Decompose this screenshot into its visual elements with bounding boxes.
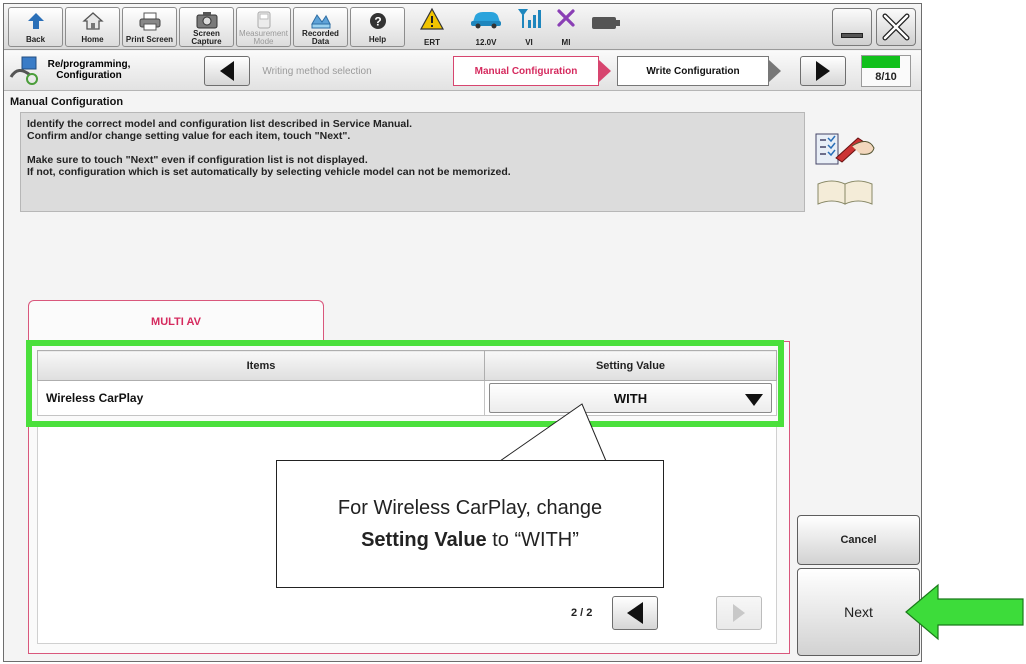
next-button[interactable]: Next bbox=[797, 568, 920, 656]
print-screen-button[interactable]: Print Screen bbox=[122, 7, 177, 47]
signal-icon bbox=[516, 7, 542, 34]
setting-value-cell: WITH bbox=[484, 380, 777, 416]
setting-value-dropdown[interactable]: WITH bbox=[489, 383, 772, 413]
mi-label: MI bbox=[561, 38, 571, 47]
step-next-pointer-icon bbox=[769, 60, 781, 82]
reprogramming-title: Re/programming, Configuration bbox=[47, 59, 131, 81]
step-write-configuration-label: Write Configuration bbox=[646, 65, 740, 77]
dropdown-arrow-icon bbox=[745, 394, 763, 406]
next-label: Next bbox=[844, 604, 873, 620]
instruction-line: If not, configuration which is set autom… bbox=[27, 166, 511, 178]
battery-status bbox=[588, 7, 624, 47]
instruction-line: Make sure to touch "Next" even if config… bbox=[27, 154, 368, 166]
minimize-button[interactable] bbox=[832, 8, 872, 46]
recorded-data-label: Recorded Data bbox=[302, 29, 339, 46]
instruction-line: Identify the correct model and configura… bbox=[27, 118, 413, 130]
progress-indicator: 8/10 bbox=[861, 55, 911, 87]
page-indicator: 2 / 2 bbox=[571, 607, 593, 619]
setting-value-selected: WITH bbox=[613, 390, 648, 406]
callout-bold-text: Setting Value bbox=[361, 529, 487, 551]
voltage-label: 12.0V bbox=[475, 38, 497, 47]
instruction-line: Confirm and/or change setting value for … bbox=[27, 130, 351, 142]
mi-disconnected-icon bbox=[555, 7, 577, 34]
vi-label: VI bbox=[525, 38, 533, 47]
item-name: Wireless CarPlay bbox=[37, 380, 485, 416]
warning-icon bbox=[419, 7, 445, 36]
progress-fill bbox=[862, 56, 901, 68]
home-button[interactable]: Home bbox=[65, 7, 120, 47]
instruction-box: Identify the correct model and configura… bbox=[20, 112, 805, 212]
vi-status: VI bbox=[511, 7, 547, 47]
help-icon: ? bbox=[368, 10, 388, 32]
screen-capture-button[interactable]: Screen Capture bbox=[179, 7, 234, 47]
recorded-data-button[interactable]: Recorded Data bbox=[293, 7, 348, 47]
svg-text:?: ? bbox=[374, 15, 381, 29]
service-manual-icon bbox=[812, 132, 880, 208]
toolbar: Back Home Print Screen Screen Capture Me… bbox=[4, 4, 921, 50]
page-previous-button[interactable] bbox=[612, 596, 658, 630]
callout-line-2: Setting Value to “WITH” bbox=[361, 524, 579, 556]
next-pointer-arrow-icon bbox=[905, 582, 1026, 647]
table-row[interactable]: Wireless CarPlay WITH bbox=[37, 380, 777, 416]
page-title: Manual Configuration bbox=[10, 96, 124, 108]
meter-icon bbox=[254, 10, 274, 30]
close-button[interactable] bbox=[876, 8, 916, 46]
screen-capture-label: Screen Capture bbox=[191, 29, 222, 46]
mi-status: MI bbox=[549, 7, 583, 47]
step-writing-method: Writing method selection bbox=[256, 56, 378, 86]
cancel-button[interactable]: Cancel bbox=[797, 515, 920, 565]
triangle-left-icon bbox=[627, 602, 643, 624]
instruction-callout: For Wireless CarPlay, change Setting Val… bbox=[276, 460, 664, 588]
back-arrow-icon bbox=[26, 10, 46, 32]
minimize-icon bbox=[841, 33, 863, 38]
column-header-items: Items bbox=[37, 350, 485, 381]
car-icon bbox=[469, 7, 503, 34]
ert-status[interactable]: ERT bbox=[411, 7, 453, 47]
triangle-right-icon bbox=[733, 604, 745, 622]
column-header-setting-value: Setting Value bbox=[484, 350, 777, 381]
step-write-configuration: Write Configuration bbox=[617, 56, 769, 86]
page-next-button[interactable] bbox=[716, 596, 762, 630]
measurement-mode-button[interactable]: Measurement Mode bbox=[236, 7, 291, 47]
reprogramming-icon bbox=[8, 55, 42, 92]
progress-text: 8/10 bbox=[875, 71, 897, 83]
ert-label: ERT bbox=[424, 38, 440, 47]
cancel-label: Cancel bbox=[840, 534, 877, 546]
help-label: Help bbox=[368, 35, 387, 44]
measurement-mode-label: Measurement Mode bbox=[239, 29, 288, 46]
camera-icon bbox=[195, 10, 219, 30]
step-manual-configuration: Manual Configuration bbox=[453, 56, 599, 86]
recorded-data-icon bbox=[309, 10, 333, 30]
home-label: Home bbox=[81, 35, 104, 44]
tab-multi-av[interactable]: MULTI AV bbox=[28, 300, 324, 342]
help-button[interactable]: ? Help bbox=[350, 7, 405, 47]
step-forward-button[interactable] bbox=[800, 56, 846, 86]
triangle-right-icon bbox=[816, 61, 830, 81]
step-back-button[interactable] bbox=[204, 56, 250, 86]
tab-multi-av-label: MULTI AV bbox=[151, 315, 201, 328]
battery-voltage-status: 12.0V bbox=[464, 7, 508, 47]
callout-line-1: For Wireless CarPlay, change bbox=[337, 497, 603, 519]
home-icon bbox=[81, 10, 104, 32]
triangle-left-icon bbox=[220, 61, 234, 81]
step-bar: Re/programming, Configuration Writing me… bbox=[4, 51, 921, 91]
back-label: Back bbox=[25, 35, 46, 44]
step-writing-method-label: Writing method selection bbox=[262, 65, 372, 77]
back-button[interactable]: Back bbox=[8, 7, 63, 47]
close-icon bbox=[880, 12, 912, 47]
configuration-table: Items Setting Value Wireless CarPlay WIT… bbox=[37, 350, 777, 416]
step-manual-configuration-label: Manual Configuration bbox=[474, 65, 578, 77]
callout-line-2-rest: to “WITH” bbox=[486, 529, 579, 551]
printer-icon bbox=[138, 10, 162, 32]
print-screen-label: Print Screen bbox=[125, 35, 174, 44]
step-pointer-icon bbox=[599, 60, 611, 82]
battery-icon bbox=[591, 16, 621, 35]
